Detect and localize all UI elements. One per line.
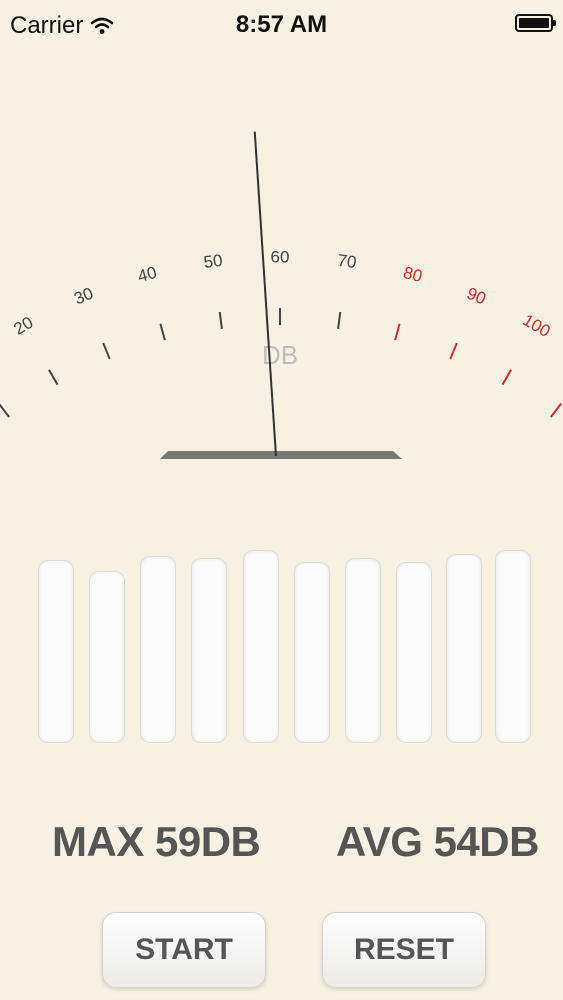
meter-tick bbox=[218, 311, 223, 329]
meter-tick bbox=[550, 402, 563, 418]
meter-tick bbox=[159, 323, 166, 341]
level-bar bbox=[89, 571, 125, 743]
level-bar bbox=[140, 556, 176, 743]
avg-level-label: AVG 54DB bbox=[336, 818, 539, 865]
level-bar bbox=[243, 550, 279, 743]
meter-scale-label: 60 bbox=[271, 247, 290, 266]
level-bar bbox=[38, 560, 74, 743]
meter-scale-label: 30 bbox=[71, 284, 96, 309]
level-bar bbox=[345, 558, 381, 743]
meter-tick bbox=[0, 403, 10, 418]
max-level-label: MAX 59DB bbox=[52, 818, 261, 865]
meter-needle bbox=[253, 131, 277, 457]
meter-scale-label: 50 bbox=[202, 251, 223, 272]
meter-scale-labels: 0102030405060708090100110120 bbox=[11, 247, 554, 341]
needle-base bbox=[160, 451, 402, 459]
level-bar bbox=[495, 550, 531, 743]
start-button[interactable]: START bbox=[102, 912, 266, 988]
meter-scale-label: 90 bbox=[464, 284, 489, 309]
level-bar bbox=[396, 562, 432, 743]
level-bar bbox=[294, 562, 330, 743]
sound-meter: 0102030405060708090100110120 DB bbox=[0, 131, 563, 459]
meter-scale-label: 20 bbox=[11, 313, 37, 339]
meter-scale-label: 80 bbox=[401, 263, 424, 286]
meter-tick bbox=[449, 342, 458, 360]
meter-tick bbox=[337, 311, 342, 329]
meter-unit-label: DB bbox=[262, 340, 298, 370]
meter-tick bbox=[48, 369, 59, 386]
meter-scale-label: 40 bbox=[136, 263, 159, 286]
meter-tick bbox=[102, 342, 111, 360]
meter-ticks bbox=[0, 308, 563, 418]
level-bar bbox=[191, 558, 227, 743]
meter-tick bbox=[394, 323, 401, 341]
meter-scale-label: 70 bbox=[336, 251, 357, 272]
reset-button[interactable]: RESET bbox=[322, 912, 486, 988]
meter-tick bbox=[501, 369, 512, 386]
meter-scale-label: 100 bbox=[519, 310, 553, 341]
level-bar bbox=[446, 554, 482, 743]
